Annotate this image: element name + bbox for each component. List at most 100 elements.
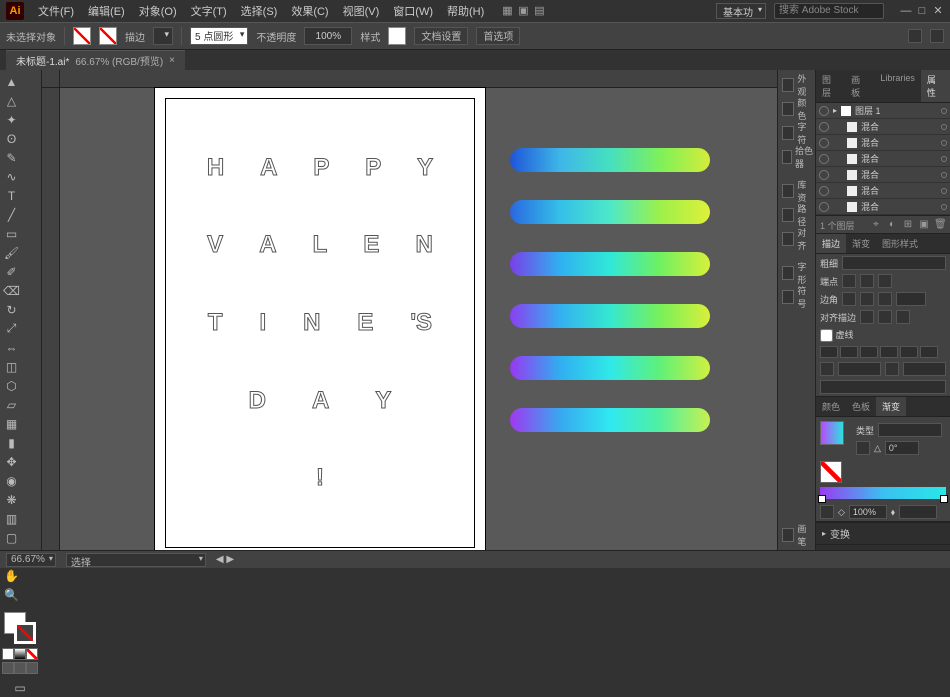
- status-zoom[interactable]: 66.67%: [6, 553, 56, 567]
- stroke-swatch[interactable]: [99, 27, 117, 45]
- artboard-tool[interactable]: ▢: [2, 528, 21, 547]
- perspective-tool[interactable]: ▱: [2, 395, 21, 414]
- gradient-preview-swatch[interactable]: [820, 421, 844, 445]
- tab-libraries[interactable]: Libraries: [874, 70, 921, 102]
- style-swatch[interactable]: [388, 27, 406, 45]
- eraser-tool[interactable]: ⌫: [2, 281, 21, 300]
- new-sublayer-icon[interactable]: ⊞: [902, 219, 914, 231]
- layer-row[interactable]: ▸图层 1: [816, 103, 950, 119]
- target-icon[interactable]: [941, 156, 947, 162]
- type-tool[interactable]: T: [2, 186, 21, 205]
- menu-edit[interactable]: 编辑(E): [82, 1, 131, 21]
- symbol-sprayer-tool[interactable]: ❋: [2, 490, 21, 509]
- draw-inside[interactable]: [26, 662, 38, 674]
- delete-icon[interactable]: 🗑: [934, 219, 946, 231]
- visibility-icon[interactable]: [819, 170, 829, 180]
- gradient-tool[interactable]: ▮: [2, 433, 21, 452]
- arrow-start-select[interactable]: [838, 362, 881, 376]
- hand-tool[interactable]: ✋: [2, 566, 21, 585]
- menu-file[interactable]: 文件(F): [32, 1, 80, 21]
- arrange-icon[interactable]: ▣: [518, 4, 532, 18]
- visibility-icon[interactable]: [819, 202, 829, 212]
- dock-character[interactable]: 字符: [780, 122, 813, 144]
- tab-gradient-2[interactable]: 渐变: [876, 397, 906, 416]
- tab-color[interactable]: 颜色: [816, 397, 846, 416]
- pen-tool[interactable]: ✎: [2, 148, 21, 167]
- visibility-icon[interactable]: [819, 138, 829, 148]
- none-mode[interactable]: [26, 648, 38, 660]
- gradient-pill[interactable]: [510, 200, 710, 224]
- blend-tool[interactable]: ◉: [2, 471, 21, 490]
- arrow-end-select[interactable]: [903, 362, 946, 376]
- dock-color[interactable]: 颜色: [780, 98, 813, 120]
- gradient-pill[interactable]: [510, 356, 710, 380]
- gradient-mode[interactable]: [14, 648, 26, 660]
- visibility-icon[interactable]: [819, 106, 829, 116]
- draw-behind[interactable]: [14, 662, 26, 674]
- opacity-input[interactable]: [304, 27, 352, 45]
- paintbrush-tool[interactable]: 🖌: [2, 243, 21, 262]
- dock-libraries[interactable]: 库资: [780, 180, 813, 202]
- dock-glyphs[interactable]: 字形: [780, 262, 813, 284]
- canvas[interactable]: HAPPY VALEN TINE'S DAY !: [60, 88, 777, 550]
- dock-color-picker[interactable]: 拾色器: [780, 146, 813, 168]
- window-maximize[interactable]: □: [916, 5, 928, 17]
- menu-effect[interactable]: 效果(C): [285, 1, 334, 21]
- dock-pathfinder[interactable]: 路径: [780, 204, 813, 226]
- dock-symbols[interactable]: 符号: [780, 286, 813, 308]
- target-icon[interactable]: [941, 188, 947, 194]
- new-layer-icon[interactable]: ▣: [918, 219, 930, 231]
- brush-definition-select[interactable]: 5 点圆形: [190, 27, 248, 45]
- sublayer-row[interactable]: 混合: [816, 119, 950, 135]
- gradient-pill[interactable]: [510, 252, 710, 276]
- gpu-icon[interactable]: ▤: [534, 4, 548, 18]
- document-tab[interactable]: 未标题-1.ai* 66.67% (RGB/预览) ×: [6, 50, 185, 70]
- visibility-icon[interactable]: [819, 154, 829, 164]
- selection-tool[interactable]: ▲: [2, 72, 21, 91]
- corner-miter-icon[interactable]: [842, 292, 856, 306]
- target-icon[interactable]: [941, 108, 947, 114]
- workspace-switcher[interactable]: 基本功▾: [716, 3, 766, 19]
- tab-properties[interactable]: 属性: [921, 70, 950, 102]
- lasso-tool[interactable]: ʘ: [2, 129, 21, 148]
- artboard[interactable]: HAPPY VALEN TINE'S DAY !: [155, 88, 485, 550]
- align-center-icon[interactable]: [860, 310, 874, 324]
- curvature-tool[interactable]: ∿: [2, 167, 21, 186]
- width-tool[interactable]: ⇔: [2, 338, 21, 357]
- cap-square-icon[interactable]: [878, 274, 892, 288]
- stop-opacity-field[interactable]: 100%: [849, 505, 887, 519]
- mesh-tool[interactable]: ▦: [2, 414, 21, 433]
- draw-normal[interactable]: [2, 662, 14, 674]
- status-nav-icon[interactable]: ◀ ▶: [216, 554, 234, 565]
- scale-tool[interactable]: ⤢: [2, 319, 21, 338]
- menu-help[interactable]: 帮助(H): [441, 1, 490, 21]
- profile-select[interactable]: [820, 380, 946, 394]
- bridge-icon[interactable]: ▦: [502, 4, 516, 18]
- miter-limit-field[interactable]: [896, 292, 926, 306]
- mask-icon[interactable]: ◐: [886, 219, 898, 231]
- cap-round-icon[interactable]: [860, 274, 874, 288]
- search-input[interactable]: 搜索 Adobe Stock: [774, 3, 884, 19]
- document-setup-button[interactable]: 文档设置: [414, 27, 468, 45]
- ruler-origin[interactable]: [42, 70, 60, 88]
- tab-graphic-styles[interactable]: 图形样式: [876, 234, 924, 253]
- tab-artboards[interactable]: 画板: [845, 70, 874, 102]
- sublayer-row[interactable]: 混合: [816, 167, 950, 183]
- vertical-ruler[interactable]: [42, 88, 60, 550]
- transform-panel-collapsed[interactable]: 变换: [816, 522, 950, 544]
- align-icon[interactable]: [908, 29, 922, 43]
- rotate-tool[interactable]: ↻: [2, 300, 21, 319]
- target-icon[interactable]: [941, 172, 947, 178]
- tab-stroke[interactable]: 描边: [816, 234, 846, 253]
- transform-icon[interactable]: [930, 29, 944, 43]
- shaper-tool[interactable]: ✐: [2, 262, 21, 281]
- rectangle-tool[interactable]: ▭: [2, 224, 21, 243]
- locate-icon[interactable]: ⌖: [870, 219, 882, 231]
- menu-object[interactable]: 对象(O): [133, 1, 183, 21]
- sublayer-row[interactable]: 混合: [816, 151, 950, 167]
- align-inside-icon[interactable]: [878, 310, 892, 324]
- sublayer-row[interactable]: 混合: [816, 199, 950, 215]
- free-transform-tool[interactable]: ◫: [2, 357, 21, 376]
- gradient-stop-none[interactable]: [820, 461, 842, 483]
- sublayer-row[interactable]: 混合: [816, 183, 950, 199]
